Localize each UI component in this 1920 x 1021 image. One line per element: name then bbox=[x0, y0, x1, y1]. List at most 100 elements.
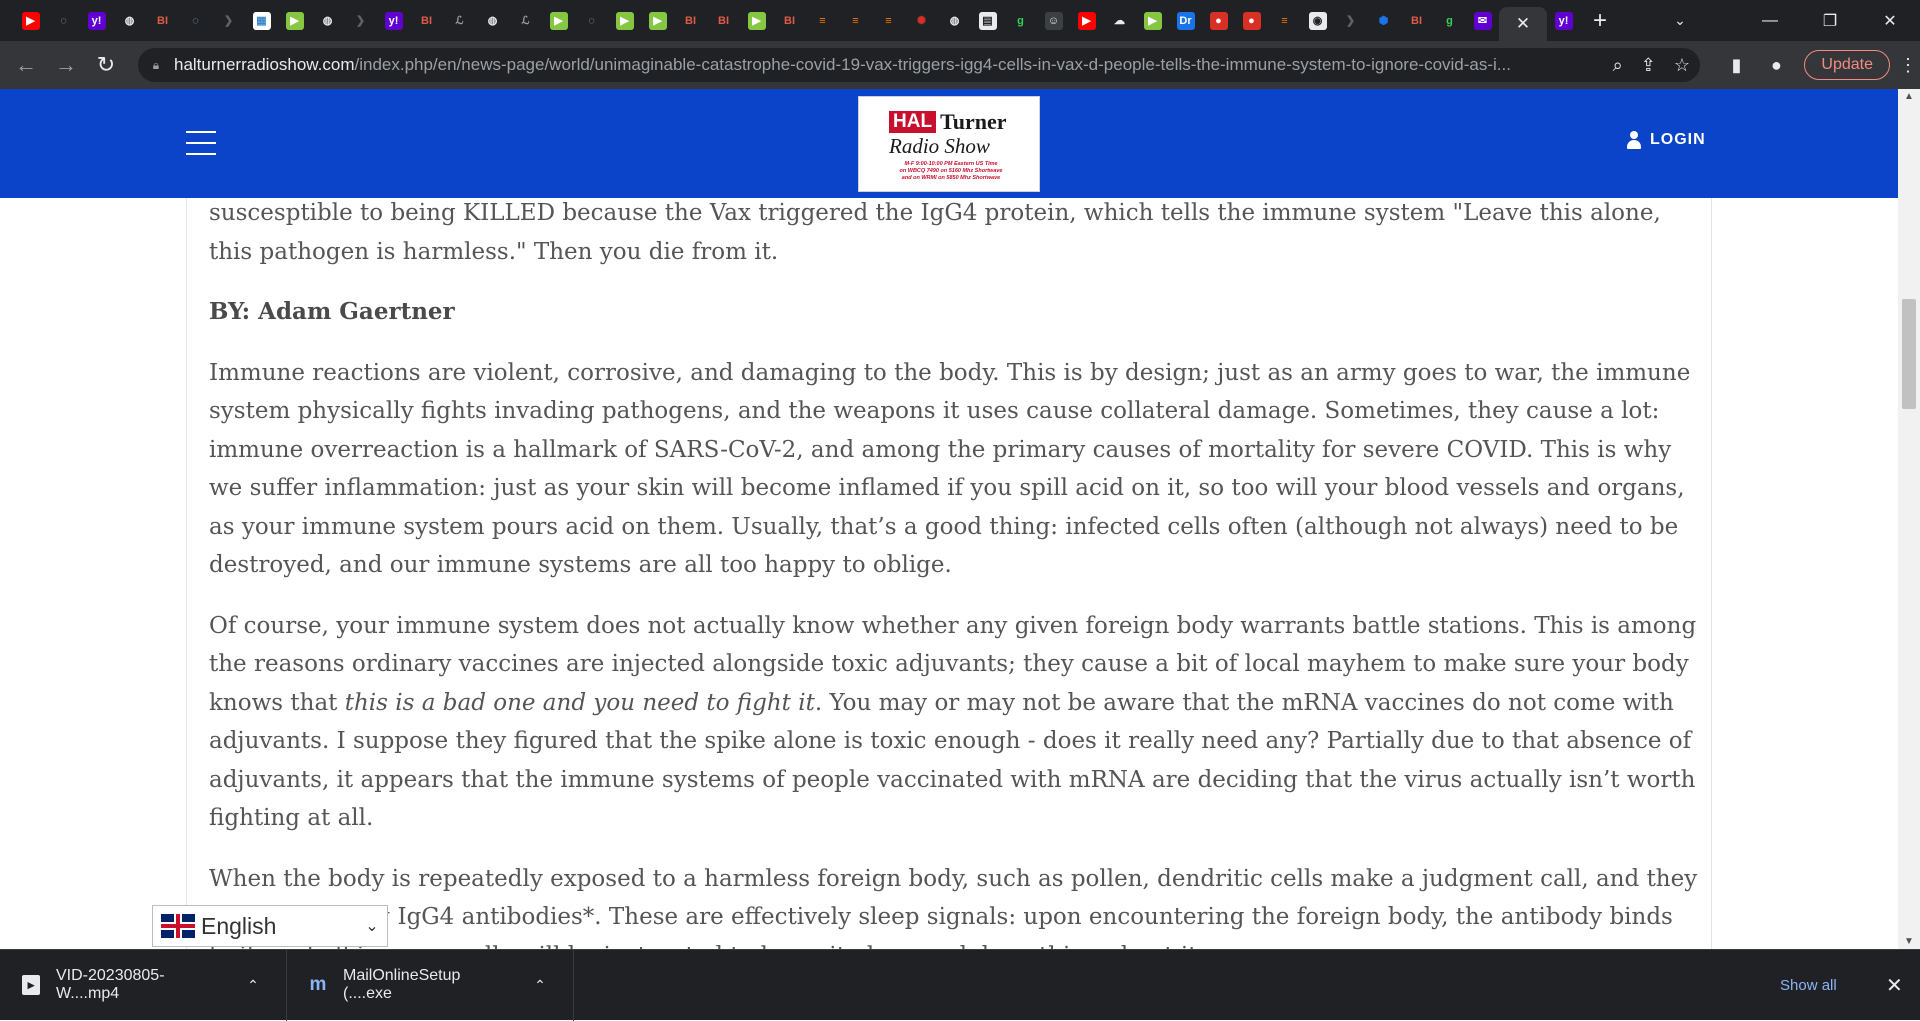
back-button[interactable]: ← bbox=[6, 45, 46, 85]
tab[interactable]: y! bbox=[377, 0, 410, 41]
share-icon[interactable]: ⇪ bbox=[1641, 55, 1656, 76]
rumble-icon: ❯ bbox=[219, 11, 238, 30]
lt-icon: ℒ bbox=[450, 11, 469, 30]
tab[interactable]: BI bbox=[146, 0, 179, 41]
mic-icon: ● bbox=[1242, 11, 1261, 30]
tab[interactable]: ▤ bbox=[971, 0, 1004, 41]
scrollbar-thumb[interactable] bbox=[1902, 299, 1916, 409]
tab[interactable]: ◌ bbox=[575, 0, 608, 41]
tab[interactable]: BI bbox=[410, 0, 443, 41]
tab[interactable]: ◍ bbox=[476, 0, 509, 41]
tab[interactable]: BI bbox=[773, 0, 806, 41]
tab[interactable]: g bbox=[1004, 0, 1037, 41]
bookmark-icon: ≡ bbox=[879, 11, 898, 30]
tab[interactable]: ✉ bbox=[1466, 0, 1499, 41]
tab[interactable]: ❯ bbox=[344, 0, 377, 41]
yahoo-icon: y! bbox=[384, 11, 403, 30]
tab[interactable]: BI bbox=[674, 0, 707, 41]
bookmark-icon: ≡ bbox=[846, 11, 865, 30]
tab[interactable]: ❯ bbox=[1334, 0, 1367, 41]
tab[interactable]: ☁ bbox=[1103, 0, 1136, 41]
reload-button[interactable]: ↻ bbox=[86, 45, 126, 85]
tab[interactable]: ≡ bbox=[872, 0, 905, 41]
url-text[interactable]: halturnerradioshow.com/index.php/en/news… bbox=[174, 55, 1604, 75]
tab[interactable]: g bbox=[1433, 0, 1466, 41]
tab[interactable]: ▶ bbox=[1136, 0, 1169, 41]
tab[interactable]: ▶ bbox=[641, 0, 674, 41]
tab-search-icon[interactable]: ⌄ bbox=[1650, 12, 1710, 29]
page-scrollbar[interactable]: ▲ ▼ bbox=[1898, 89, 1920, 949]
tab[interactable]: Dr bbox=[1169, 0, 1202, 41]
article-container: suscesptible to being KILLED because the… bbox=[186, 194, 1712, 949]
tab[interactable]: ● bbox=[1202, 0, 1235, 41]
tab-active[interactable]: ✕ bbox=[1499, 7, 1547, 41]
new-tab-button[interactable]: + bbox=[1580, 0, 1620, 41]
chevron-up-icon[interactable]: ⌃ bbox=[238, 977, 268, 994]
news-icon: ▤ bbox=[978, 11, 997, 30]
tab[interactable]: ◌ bbox=[47, 0, 80, 41]
restore-button[interactable]: ❐ bbox=[1800, 0, 1860, 41]
tab[interactable]: ☺ bbox=[1037, 0, 1070, 41]
tab[interactable]: ● bbox=[1235, 0, 1268, 41]
tab[interactable]: ◌ bbox=[179, 0, 212, 41]
tab[interactable]: BI bbox=[707, 0, 740, 41]
language-selector[interactable]: English ⌄ bbox=[152, 905, 388, 947]
download-filename: VID-20230805-W....mp4 bbox=[56, 967, 165, 1002]
globe-icon: ◍ bbox=[483, 11, 502, 30]
tab[interactable]: ◍ bbox=[113, 0, 146, 41]
tab[interactable]: ≡ bbox=[1268, 0, 1301, 41]
tab[interactable]: ◉ bbox=[1301, 0, 1334, 41]
chevron-up-icon[interactable]: ⌃ bbox=[525, 977, 555, 994]
tab[interactable]: ◍ bbox=[938, 0, 971, 41]
close-download-bar-icon[interactable]: ✕ bbox=[1886, 950, 1903, 1021]
forward-button[interactable]: → bbox=[46, 45, 86, 85]
tab[interactable]: ▶ bbox=[14, 0, 47, 41]
window-controls: ⌄ — ❐ ✕ bbox=[1650, 0, 1920, 41]
tab[interactable]: ▶ bbox=[542, 0, 575, 41]
tab[interactable]: ≡ bbox=[839, 0, 872, 41]
tab[interactable]: ▶ bbox=[608, 0, 641, 41]
menu-kebab-icon[interactable]: ⋮ bbox=[1896, 45, 1920, 85]
tab[interactable]: y! bbox=[80, 0, 113, 41]
tab[interactable]: ℒ bbox=[509, 0, 542, 41]
tab[interactable]: ❯ bbox=[212, 0, 245, 41]
show-all-downloads-button[interactable]: Show all bbox=[1780, 950, 1837, 1021]
side-panel-icon[interactable]: ▮ bbox=[1716, 45, 1756, 85]
tab[interactable]: BI bbox=[1400, 0, 1433, 41]
paragraph: Of course, your immune system does not a… bbox=[209, 612, 1697, 832]
tab[interactable]: ✺ bbox=[905, 0, 938, 41]
yahoo-icon: y! bbox=[87, 11, 106, 30]
login-link[interactable]: LOGIN bbox=[1626, 131, 1706, 149]
address-bar[interactable]: 🔒︎ halturnerradioshow.com/index.php/en/n… bbox=[138, 48, 1700, 82]
bi-icon: BI bbox=[153, 11, 172, 30]
bookmark-star-icon[interactable]: ☆ bbox=[1674, 55, 1690, 76]
user-icon bbox=[1626, 131, 1642, 149]
site-logo[interactable]: HAL Turner Radio Show M-F 9:00-10:00 PM … bbox=[858, 96, 1040, 192]
tab[interactable]: ≡ bbox=[806, 0, 839, 41]
download-item[interactable]: ▸ VID-20230805-W....mp4 ⌃ bbox=[0, 949, 287, 1021]
tab[interactable]: ▶ bbox=[740, 0, 773, 41]
tab[interactable]: ⬢ bbox=[1367, 0, 1400, 41]
hamburger-menu-icon[interactable] bbox=[186, 131, 216, 155]
tab[interactable]: ℒ bbox=[443, 0, 476, 41]
article-body: suscesptible to being KILLED because the… bbox=[209, 194, 1699, 949]
minimize-button[interactable]: — bbox=[1740, 0, 1800, 41]
lock-icon[interactable]: 🔒︎ bbox=[138, 58, 174, 73]
close-window-button[interactable]: ✕ bbox=[1860, 0, 1920, 41]
zoom-icon[interactable]: ⌕ bbox=[1613, 55, 1623, 76]
tab[interactable]: ◍ bbox=[311, 0, 344, 41]
tab[interactable]: y! bbox=[1547, 0, 1580, 41]
yahoo-icon: y! bbox=[1554, 11, 1573, 30]
close-tab-icon[interactable]: ✕ bbox=[1516, 14, 1530, 34]
emphasis-text: this is a bad one and you need to fight … bbox=[344, 689, 815, 716]
tab[interactable]: ▶ bbox=[278, 0, 311, 41]
download-item[interactable]: m MailOnlineSetup (....exe ⌃ bbox=[287, 949, 574, 1021]
tab[interactable]: ▶ bbox=[1070, 0, 1103, 41]
bi-icon: BI bbox=[417, 11, 436, 30]
tab[interactable]: ▦ bbox=[245, 0, 278, 41]
profile-icon[interactable]: ● bbox=[1756, 45, 1796, 85]
scroll-up-icon[interactable]: ▲ bbox=[1898, 91, 1920, 102]
video-file-icon: ▸ bbox=[22, 975, 40, 995]
scroll-down-icon[interactable]: ▼ bbox=[1898, 936, 1920, 947]
update-button[interactable]: Update bbox=[1804, 50, 1890, 80]
